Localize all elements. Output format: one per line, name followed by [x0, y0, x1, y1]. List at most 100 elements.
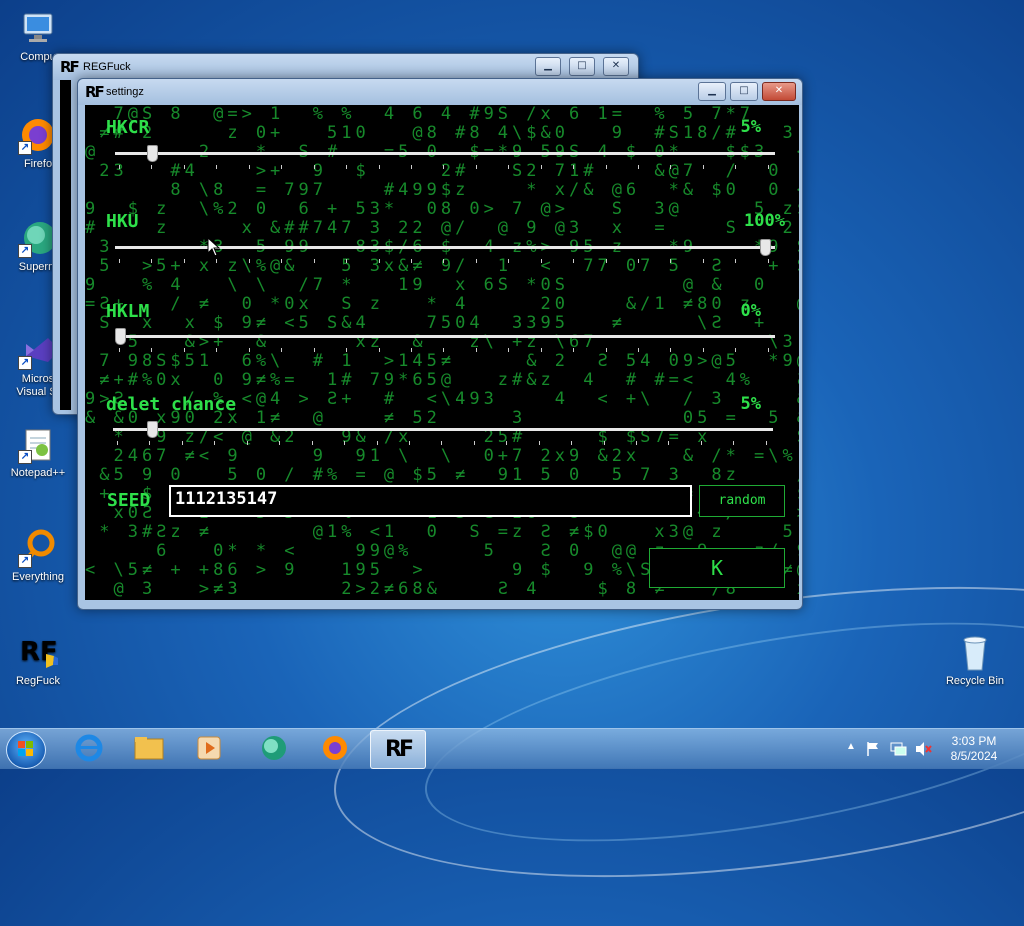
slider-tick	[765, 441, 767, 445]
slider-track-delet-chance[interactable]	[113, 428, 773, 431]
slider-tick	[670, 259, 672, 263]
regfuck-titlebar[interactable]: RF REGFuck ▁ □ ✕	[53, 54, 638, 80]
settings-titlebar[interactable]: RF settingz ▁ □ ✕	[78, 79, 802, 105]
slider-tick	[216, 165, 218, 169]
network-icon[interactable]	[890, 741, 908, 781]
shortcut-arrow-icon: ↗	[18, 450, 32, 464]
minimize-button[interactable]: ▁	[535, 57, 561, 76]
slider-tick	[378, 165, 380, 169]
slider-tick	[767, 348, 769, 352]
slider-tick	[733, 441, 735, 445]
slider-tick	[702, 165, 704, 169]
slider-tick	[636, 441, 637, 445]
slider-tick	[311, 441, 313, 445]
rf-app-icon: RF	[60, 58, 80, 76]
slider-tick	[700, 441, 702, 445]
random-button[interactable]: random	[699, 485, 785, 517]
slider-tick	[605, 259, 607, 263]
desktop-icon-regfuck[interactable]: RF RegFuck	[3, 632, 73, 688]
slider-value-hklm: 0%	[740, 301, 761, 321]
minimize-button[interactable]: ▁	[698, 82, 726, 101]
taskbar-media-player[interactable]	[182, 730, 236, 767]
slider-tick	[216, 259, 218, 263]
slider-tick	[506, 441, 508, 445]
slider-tick	[475, 259, 477, 263]
slider-tick	[119, 348, 120, 352]
slider-value-hku: 100%	[744, 211, 785, 231]
close-button[interactable]: ✕	[603, 57, 629, 76]
mouse-cursor-icon	[207, 237, 221, 257]
rf-app-icon: RF	[385, 737, 414, 762]
slider-tick	[443, 259, 445, 263]
slider-tick	[214, 441, 216, 445]
shortcut-arrow-icon: ↗	[18, 554, 32, 568]
slider-tick	[605, 165, 607, 169]
internet-explorer-icon	[75, 734, 103, 762]
slider-tick	[735, 165, 737, 169]
slider-tick	[540, 348, 542, 352]
ok-button[interactable]: K	[649, 548, 785, 588]
slider-tick	[638, 348, 639, 352]
seed-input[interactable]: 1112135147	[169, 485, 692, 517]
slider-thumb-hklm[interactable]	[115, 328, 126, 345]
slider-tick	[313, 348, 315, 352]
settings-window[interactable]: RF settingz ▁ □ ✕ 7@S 8 @=> 1 % % 4 6 4 …	[77, 78, 803, 610]
start-button[interactable]	[6, 731, 46, 769]
windows-logo-icon	[18, 741, 34, 757]
matrix-rain-background: 7@S 8 @=> 1 % % 4 6 4 #9S /x 6 1= % 5 7*…	[85, 105, 799, 600]
clock-date: 8/5/2024	[950, 749, 998, 763]
slider-tick	[151, 259, 153, 263]
volume-muted-icon[interactable]	[914, 741, 932, 781]
show-hidden-icons-button[interactable]: ▲	[846, 741, 856, 781]
close-button[interactable]: ✕	[762, 82, 796, 101]
taskbar-firefox[interactable]	[308, 730, 362, 767]
slider-tick	[119, 165, 120, 169]
slider-tick	[181, 441, 183, 445]
clock-time: 3:03 PM	[951, 734, 997, 748]
recycle-bin-icon	[955, 632, 995, 672]
desktop-icon-everything[interactable]: ↗ Everything	[3, 528, 73, 584]
taskbar-app[interactable]	[246, 730, 300, 767]
slider-tick	[410, 259, 412, 263]
media-player-icon	[197, 736, 221, 760]
system-clock[interactable]: 3:03 PM 8/5/2024	[936, 734, 1012, 764]
slider-tick	[281, 165, 283, 169]
maximize-button[interactable]: □	[569, 57, 595, 76]
desktop-icon-recycle-bin[interactable]: Recycle Bin	[940, 632, 1010, 688]
taskbar-explorer[interactable]	[122, 730, 176, 767]
slider-tick	[508, 165, 510, 169]
slider-tick	[702, 259, 704, 263]
rf-app-icon: RF	[85, 83, 105, 101]
taskbar-regfuck[interactable]: RF	[370, 730, 426, 769]
taskbar: RF ▲ 3:03 PM 8/5/2024	[0, 728, 1024, 769]
notepad-icon: ↗	[18, 424, 58, 464]
taskbar-ie[interactable]	[62, 730, 116, 767]
slider-thumb-hkcr[interactable]	[147, 145, 159, 162]
slider-ticks	[117, 441, 767, 445]
slider-tick	[281, 259, 283, 263]
slider-tick	[151, 165, 153, 169]
slider-tick	[605, 348, 607, 352]
action-center-flag-icon[interactable]	[866, 741, 880, 781]
slider-tick	[702, 348, 704, 352]
slider-tick	[376, 441, 378, 445]
shortcut-arrow-icon: ↗	[18, 244, 32, 258]
slider-tick	[117, 441, 118, 445]
folder-icon	[134, 737, 164, 760]
slider-tick	[149, 441, 151, 445]
slider-track-hkcr[interactable]	[115, 152, 775, 155]
slider-track-hklm[interactable]	[115, 335, 775, 338]
slider-value-hkcr: 5%	[740, 117, 761, 137]
maximize-button[interactable]: □	[730, 82, 758, 101]
search-icon: ↗	[18, 528, 58, 568]
slider-label-hku: HKU	[106, 211, 139, 232]
slider-tick	[540, 259, 542, 263]
slider-label-hklm: HKLM	[106, 301, 150, 322]
slider-thumb-delet-chance[interactable]	[147, 421, 159, 438]
slider-tick	[183, 165, 185, 169]
slider-tick	[313, 165, 315, 169]
slider-thumb-hku[interactable]	[760, 239, 771, 256]
slider-tick	[638, 259, 639, 263]
desktop-icon-notepad[interactable]: ↗ Notepad++	[3, 424, 73, 480]
slider-tick	[767, 165, 769, 169]
